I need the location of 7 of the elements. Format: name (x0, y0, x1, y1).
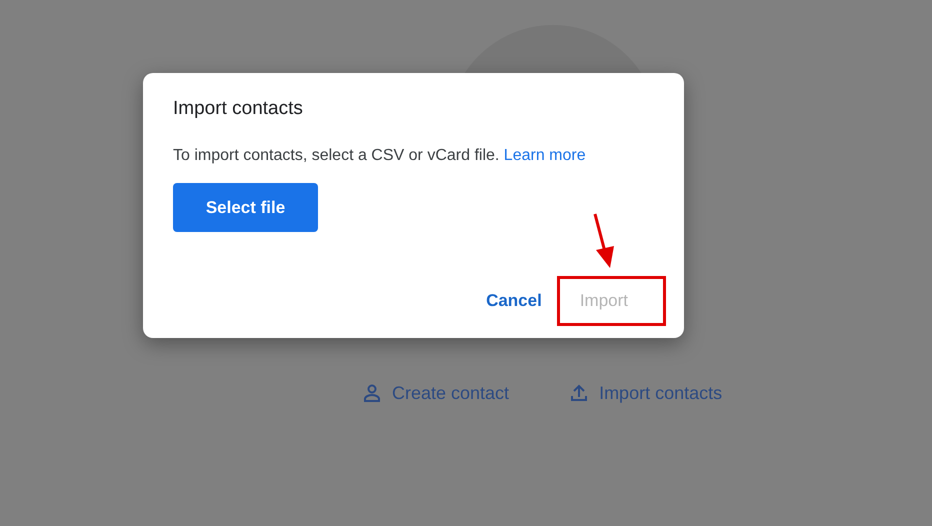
dialog-button[interactable]: Cancel (478, 283, 550, 319)
learn-more-link[interactable]: Learn more (504, 147, 586, 164)
select-file-button[interactable]: Select file (173, 183, 318, 232)
dialog-message: To import contacts, select a CSV or vCard file. (173, 147, 500, 164)
dialog-title: Import contacts (173, 97, 304, 121)
person-icon (362, 383, 382, 403)
upload-icon (569, 383, 590, 403)
